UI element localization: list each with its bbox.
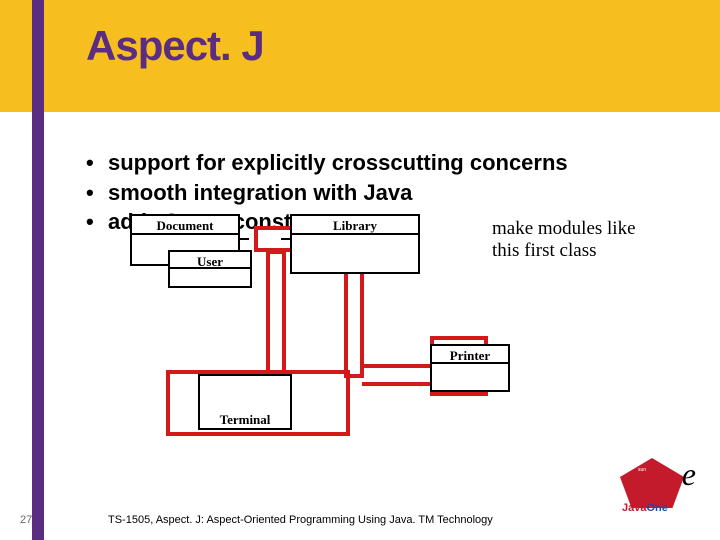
slide-title: Aspect. J <box>86 22 264 70</box>
left-accent-stripe <box>32 0 44 540</box>
bullet-item: •support for explicitly crosscutting con… <box>86 148 568 178</box>
class-divider <box>130 233 240 235</box>
logo-sun-text: sun <box>638 468 646 473</box>
logo-wordmark: JavaOne <box>622 502 668 514</box>
connector <box>239 238 249 240</box>
bullet-text: support for explicitly crosscutting conc… <box>108 148 568 178</box>
class-box-printer: Printer <box>430 344 510 392</box>
page-number: 27 <box>20 514 32 526</box>
crosscut-region <box>266 250 286 378</box>
class-label: Document <box>156 218 213 234</box>
connector <box>281 238 291 240</box>
javaone-logo: sun e JavaOne <box>620 458 692 520</box>
class-box-library: Library <box>290 214 420 274</box>
class-label: Library <box>333 218 377 234</box>
crosscut-region <box>362 364 440 386</box>
logo-java: Java <box>622 502 646 514</box>
logo-one: One <box>646 502 667 514</box>
crosscut-diagram: Document Library User Terminal Printer <box>130 214 550 444</box>
bullet-item: •smooth integration with Java <box>86 178 568 208</box>
bullet-text: smooth integration with Java <box>108 178 412 208</box>
class-label: Terminal <box>220 412 271 428</box>
class-divider <box>168 267 252 269</box>
class-divider <box>430 362 510 364</box>
logo-one-glyph: e <box>682 456 696 493</box>
class-box-terminal: Terminal <box>198 374 292 430</box>
footer-text: TS-1505, Aspect. J: Aspect-Oriented Prog… <box>108 514 493 526</box>
logo-pentagon <box>620 458 684 508</box>
class-box-user: User <box>168 250 252 288</box>
class-divider <box>290 233 420 235</box>
